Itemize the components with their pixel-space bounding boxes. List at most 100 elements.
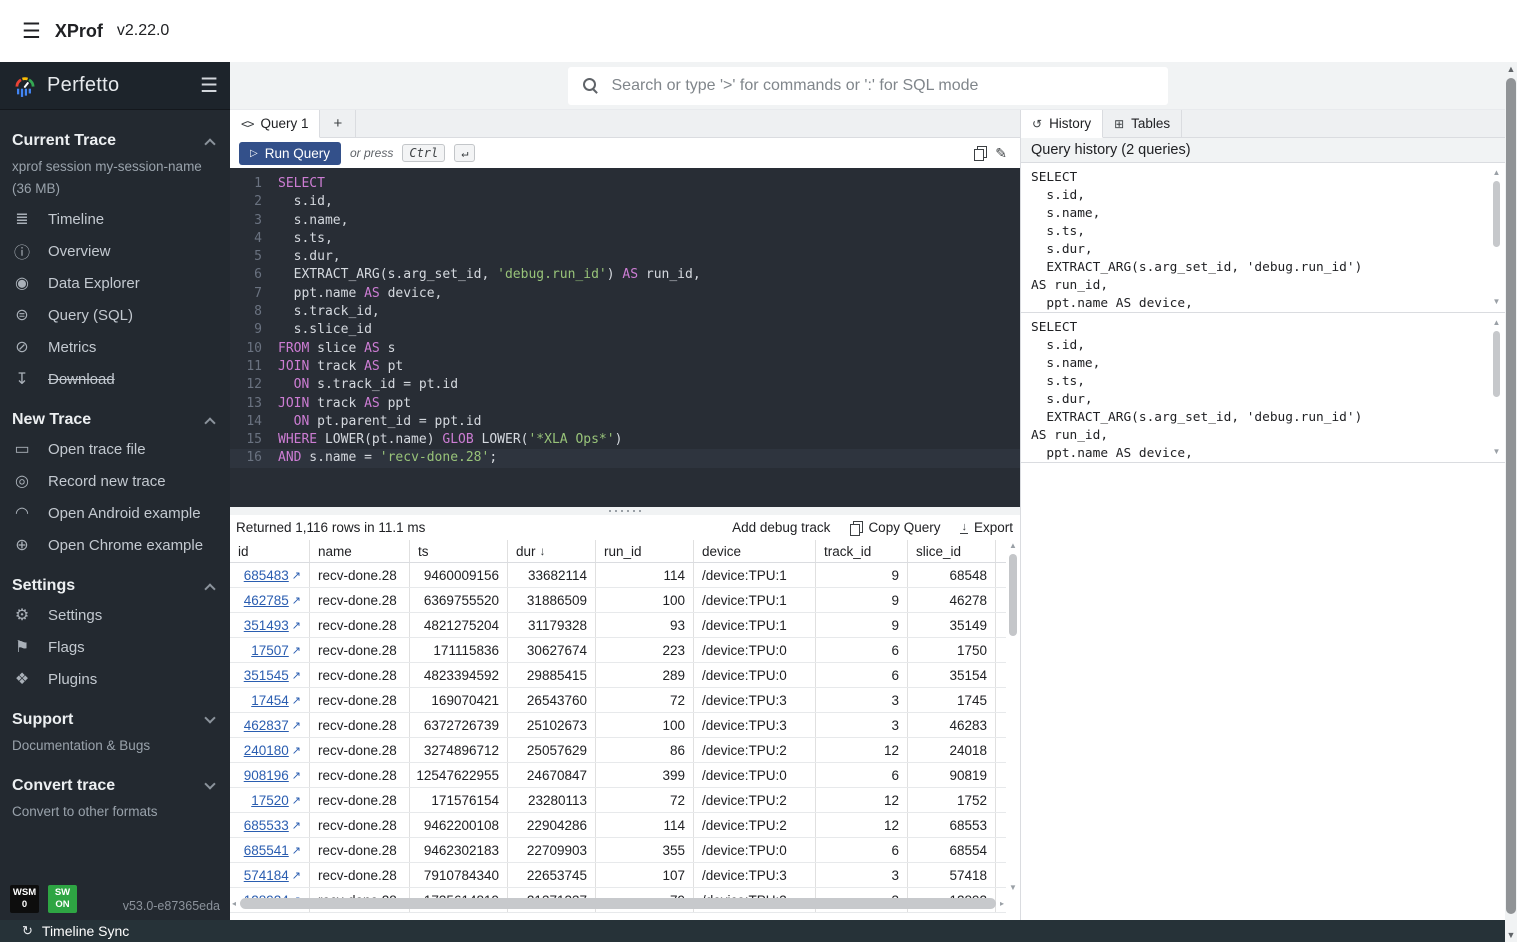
slice-id-link[interactable]: 462837 <box>244 718 289 733</box>
open-in-timeline-icon[interactable]: ↗ <box>292 694 301 707</box>
scroll-up-icon[interactable]: ▲ <box>1507 62 1516 76</box>
column-label: slice_id <box>916 544 961 559</box>
section-header-new-trace[interactable]: New Trace <box>0 405 230 433</box>
globe-icon: ⊕ <box>12 535 32 555</box>
slice-id-link[interactable]: 351493 <box>244 618 289 633</box>
sql-editor[interactable]: 1SELECT2 s.id,3 s.name,4 s.ts,5 s.dur,6 … <box>230 168 1020 507</box>
copy-query-button[interactable]: Copy Query <box>850 520 940 535</box>
scrollbar-thumb[interactable] <box>1493 181 1500 247</box>
cell-track-id: 6 <box>816 638 908 662</box>
column-header-slice-id[interactable]: slice_id <box>908 540 996 562</box>
scroll-down-icon[interactable]: ▼ <box>1493 296 1501 308</box>
omnibox[interactable] <box>568 67 1168 105</box>
new-query-tab-button[interactable]: + <box>320 110 356 137</box>
query-history-entry[interactable]: SELECT s.id, s.name, s.ts, s.dur, EXTRAC… <box>1021 163 1505 313</box>
scroll-down-icon[interactable]: ▼ <box>1507 928 1516 942</box>
open-in-timeline-icon[interactable]: ↗ <box>292 594 301 607</box>
record-icon: ◎ <box>12 471 32 491</box>
sidebar-item-download[interactable]: ↧Download <box>0 363 230 395</box>
sidebar-item-query-sql[interactable]: ⊜Query (SQL) <box>0 299 230 331</box>
add-debug-track-button[interactable]: Add debug track <box>732 520 830 535</box>
column-header-id[interactable]: id <box>230 540 310 562</box>
cell-dur: 33682114 <box>508 563 596 587</box>
open-in-timeline-icon[interactable]: ↗ <box>292 569 301 582</box>
scrollbar-thumb[interactable] <box>240 898 996 909</box>
slice-id-link[interactable]: 685533 <box>244 818 289 833</box>
column-header-device[interactable]: device <box>694 540 816 562</box>
section-header-support[interactable]: Support <box>0 705 230 733</box>
sidebar-item-flags[interactable]: ⚑Flags <box>0 631 230 663</box>
table-vertical-scrollbar[interactable]: ▲ ▼ <box>1006 540 1020 894</box>
column-header-track-id[interactable]: track_id <box>816 540 908 562</box>
sidebar-item-open-android-example[interactable]: ◠Open Android example <box>0 497 230 529</box>
open-in-timeline-icon[interactable]: ↗ <box>292 769 301 782</box>
slice-id-link[interactable]: 17507 <box>251 643 289 658</box>
entry-scrollbar[interactable]: ▲▼ <box>1491 317 1502 458</box>
scrollbar-thumb[interactable] <box>1493 331 1500 397</box>
scrollbar-thumb[interactable] <box>1506 78 1516 914</box>
tab-history[interactable]: ↺History <box>1021 110 1103 138</box>
sidebar-item-timeline[interactable]: ≣Timeline <box>0 203 230 235</box>
scroll-down-icon[interactable]: ▼ <box>1493 446 1501 458</box>
run-query-button[interactable]: ▷ Run Query <box>239 142 341 165</box>
sidebar-menu-icon[interactable]: ☰ <box>200 73 218 98</box>
open-in-timeline-icon[interactable]: ↗ <box>292 644 301 657</box>
column-header-dur[interactable]: dur↓ <box>508 540 596 562</box>
slice-id-link[interactable]: 574184 <box>244 868 289 883</box>
slice-id-link[interactable]: 462785 <box>244 593 289 608</box>
sidebar-item-overview[interactable]: ⓘOverview <box>0 235 230 267</box>
open-in-timeline-icon[interactable]: ↗ <box>292 869 301 882</box>
scroll-up-icon[interactable]: ▲ <box>1493 167 1501 179</box>
open-in-timeline-icon[interactable]: ↗ <box>292 669 301 682</box>
column-header-ts[interactable]: ts <box>410 540 508 562</box>
open-in-timeline-icon[interactable]: ↗ <box>292 819 301 832</box>
slice-id-link[interactable]: 240180 <box>244 743 289 758</box>
sidebar-item-metrics[interactable]: ⊘Metrics <box>0 331 230 363</box>
line-number: 10 <box>236 340 262 358</box>
query-history-entry[interactable]: SELECT s.id, s.name, s.ts, s.dur, EXTRAC… <box>1021 313 1505 463</box>
open-in-timeline-icon[interactable]: ↗ <box>292 719 301 732</box>
sort-desc-icon[interactable]: ↓ <box>540 544 546 558</box>
scroll-up-icon[interactable]: ▲ <box>1493 317 1501 329</box>
export-button[interactable]: ↓ Export <box>960 520 1013 535</box>
sidebar-item-settings[interactable]: ⚙Settings <box>0 599 230 631</box>
section-header-current-trace[interactable]: Current Trace <box>0 126 230 154</box>
column-header-name[interactable]: name <box>310 540 410 562</box>
search-input[interactable] <box>612 77 1153 95</box>
section-header-settings[interactable]: Settings <box>0 571 230 599</box>
sidebar-item-open-trace-file[interactable]: ▭Open trace file <box>0 433 230 465</box>
scroll-down-icon[interactable]: ▼ <box>1009 882 1017 894</box>
line-number: 11 <box>236 358 262 376</box>
timeline-sync-button[interactable]: Timeline Sync <box>42 923 129 939</box>
scroll-right-icon[interactable]: ▸ <box>1000 898 1004 910</box>
slice-id-link[interactable]: 17520 <box>251 793 289 808</box>
scrollbar-thumb[interactable] <box>1009 554 1017 636</box>
column-header-run-id[interactable]: run_id <box>596 540 694 562</box>
edit-icon[interactable]: ✎ <box>995 145 1007 162</box>
slice-id-link[interactable]: 908196 <box>244 768 289 783</box>
tab-tables[interactable]: ⊞Tables <box>1103 110 1182 137</box>
scroll-up-icon[interactable]: ▲ <box>1009 540 1017 552</box>
open-in-timeline-icon[interactable]: ↗ <box>292 794 301 807</box>
open-in-timeline-icon[interactable]: ↗ <box>292 619 301 632</box>
sidebar-item-data-explorer[interactable]: ◉Data Explorer <box>0 267 230 299</box>
slice-id-link[interactable]: 351545 <box>244 668 289 683</box>
table-horizontal-scrollbar[interactable]: ◂ ▸ <box>232 895 1004 912</box>
slice-id-link[interactable]: 685483 <box>244 568 289 583</box>
copy-icon[interactable] <box>974 146 986 160</box>
entry-scrollbar[interactable]: ▲▼ <box>1491 167 1502 308</box>
slice-id-link[interactable]: 17454 <box>251 693 289 708</box>
panel-resize-handle[interactable] <box>230 507 1020 515</box>
sidebar-item-plugins[interactable]: ❖Plugins <box>0 663 230 695</box>
open-in-timeline-icon[interactable]: ↗ <box>292 844 301 857</box>
slice-id-link[interactable]: 685541 <box>244 843 289 858</box>
scroll-left-icon[interactable]: ◂ <box>232 898 236 910</box>
sidebar-item-record-new-trace[interactable]: ◎Record new trace <box>0 465 230 497</box>
section-header-convert-trace[interactable]: Convert trace <box>0 771 230 799</box>
hamburger-menu-icon[interactable]: ☰ <box>22 19 41 44</box>
tab-query-1[interactable]: <>Query 1 <box>230 110 320 138</box>
page-vertical-scrollbar[interactable]: ▲ ▼ <box>1505 62 1517 942</box>
sidebar-item-open-chrome-example[interactable]: ⊕Open Chrome example <box>0 529 230 561</box>
cell-device: /device:TPU:0 <box>694 838 816 862</box>
open-in-timeline-icon[interactable]: ↗ <box>292 744 301 757</box>
